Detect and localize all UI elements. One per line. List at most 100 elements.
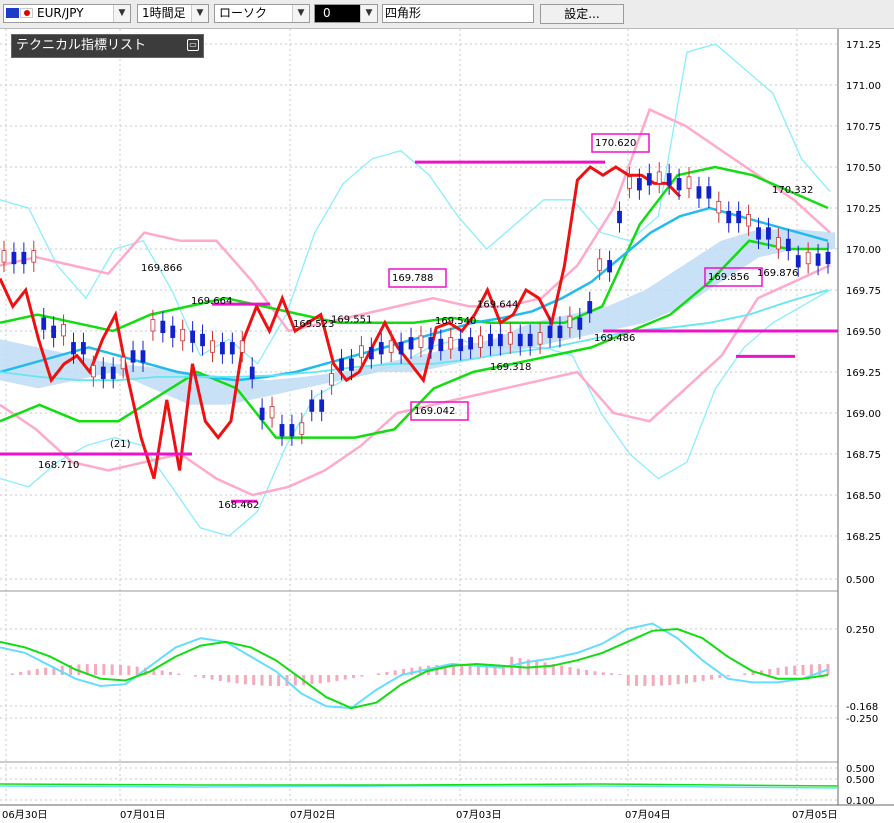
candle-body	[120, 356, 126, 370]
candle-body	[567, 315, 573, 329]
candle-body	[756, 227, 761, 240]
indicator-list-label: テクニカル指標リスト	[16, 38, 147, 53]
price-annotation: 168.462	[218, 500, 259, 511]
candle-body	[597, 258, 603, 271]
candle-body	[358, 345, 364, 358]
candle-body	[607, 260, 612, 273]
macd-panel	[0, 622, 830, 710]
macd-line	[0, 622, 829, 710]
price-annotation: (21)	[110, 439, 131, 450]
price-tick-label: 170.00	[846, 245, 881, 256]
candle-body	[1, 250, 7, 263]
macd-tick-label: -0.168	[846, 702, 878, 713]
candle-body	[81, 342, 86, 355]
price-tick-label: 168.25	[846, 532, 881, 543]
price-annotation: 169.042	[414, 406, 455, 417]
maximize-icon[interactable]: ▭	[187, 39, 199, 51]
time-tick-label: 06月30日	[2, 809, 47, 821]
candle-body	[210, 340, 215, 353]
price-tick-label: 170.50	[846, 163, 881, 174]
candle-body	[368, 346, 374, 360]
axes: 171.25 171.00 170.75 170.50 170.25 170.00 169.…	[2, 40, 881, 821]
price-annotation: 169.788	[392, 273, 433, 284]
candle-body	[766, 227, 771, 240]
price-tick-label: 168.50	[846, 491, 881, 502]
candle-body	[279, 424, 285, 437]
candle-body	[61, 324, 66, 337]
price-annotation: 169.486	[594, 333, 635, 344]
candle-body	[200, 333, 205, 347]
indicator-lines	[0, 165, 829, 480]
candle-body	[696, 186, 702, 199]
candle-body	[90, 365, 96, 378]
candle-body	[775, 237, 781, 250]
candle-body	[726, 210, 732, 224]
macd-tick-label: 0.250	[846, 625, 875, 636]
candle-body	[438, 338, 444, 352]
macd-tick-label: 0.500	[846, 575, 875, 586]
bollinger-upper-mid	[0, 165, 829, 333]
candle-body	[31, 250, 37, 263]
candle-body	[815, 253, 821, 266]
time-tick-label: 07月05日	[792, 809, 837, 821]
price-annotation: 169.551	[331, 315, 372, 326]
oscillator-tick-label: 0.100	[846, 796, 875, 807]
oscillator-panel	[0, 783, 839, 789]
candle-body	[180, 328, 186, 342]
candle-body	[249, 366, 255, 379]
candle-body	[130, 350, 136, 363]
candle-body	[21, 251, 27, 265]
candle-body	[299, 422, 305, 435]
candle-body	[259, 407, 265, 420]
macd-tick-label: -0.250	[846, 714, 878, 725]
price-annotation: 169.523	[293, 319, 334, 330]
candle-body	[676, 178, 682, 191]
candle-body	[110, 366, 116, 379]
candle-body	[239, 340, 245, 353]
candle-body	[507, 332, 513, 345]
price-tick-label: 168.75	[846, 450, 881, 461]
candle-body	[497, 333, 503, 347]
candle-body	[220, 342, 225, 355]
candle-body	[349, 358, 354, 371]
candle-body	[339, 358, 344, 371]
grid	[0, 29, 894, 806]
candle-body	[478, 335, 483, 348]
candle-body	[686, 176, 692, 189]
chart-area[interactable]: 169.866169.664168.710(21)168.462169.5231…	[0, 0, 894, 823]
candle-body	[458, 338, 464, 352]
price-tick-label: 169.50	[846, 327, 881, 338]
candle-body	[71, 342, 76, 355]
time-tick-label: 07月01日	[120, 809, 165, 821]
candle-body	[557, 325, 563, 338]
candle-body	[666, 173, 672, 186]
candle-body	[408, 337, 414, 350]
price-annotation: 170.332	[772, 185, 813, 196]
candle-body	[398, 342, 404, 355]
candle-body	[100, 366, 106, 379]
candle-body	[736, 210, 742, 224]
candles	[1, 162, 831, 446]
price-annotation: 169.664	[191, 296, 232, 307]
candle-body	[309, 399, 315, 412]
price-annotation: 169.876	[757, 268, 798, 279]
candle-body	[150, 319, 156, 332]
time-tick-label: 07月03日	[456, 809, 501, 821]
indicator-list-panel[interactable]: テクニカル指標リスト ▭	[11, 34, 204, 58]
candle-body	[825, 251, 831, 265]
candle-body	[229, 342, 235, 355]
candle-body	[51, 325, 57, 338]
candle-body	[448, 337, 454, 350]
candle-body	[319, 399, 325, 412]
price-tick-label: 171.00	[846, 81, 881, 92]
level-lines	[0, 160, 838, 503]
candle-body	[428, 337, 434, 350]
price-tick-label: 169.00	[846, 409, 881, 420]
bollinger-upper-1sigma	[0, 107, 831, 333]
candle-body	[547, 325, 553, 338]
price-tick-label: 169.25	[846, 368, 881, 379]
candle-body	[468, 337, 474, 350]
price-tick-label: 171.25	[846, 40, 881, 51]
candle-body	[289, 424, 295, 437]
candle-body	[418, 335, 424, 348]
